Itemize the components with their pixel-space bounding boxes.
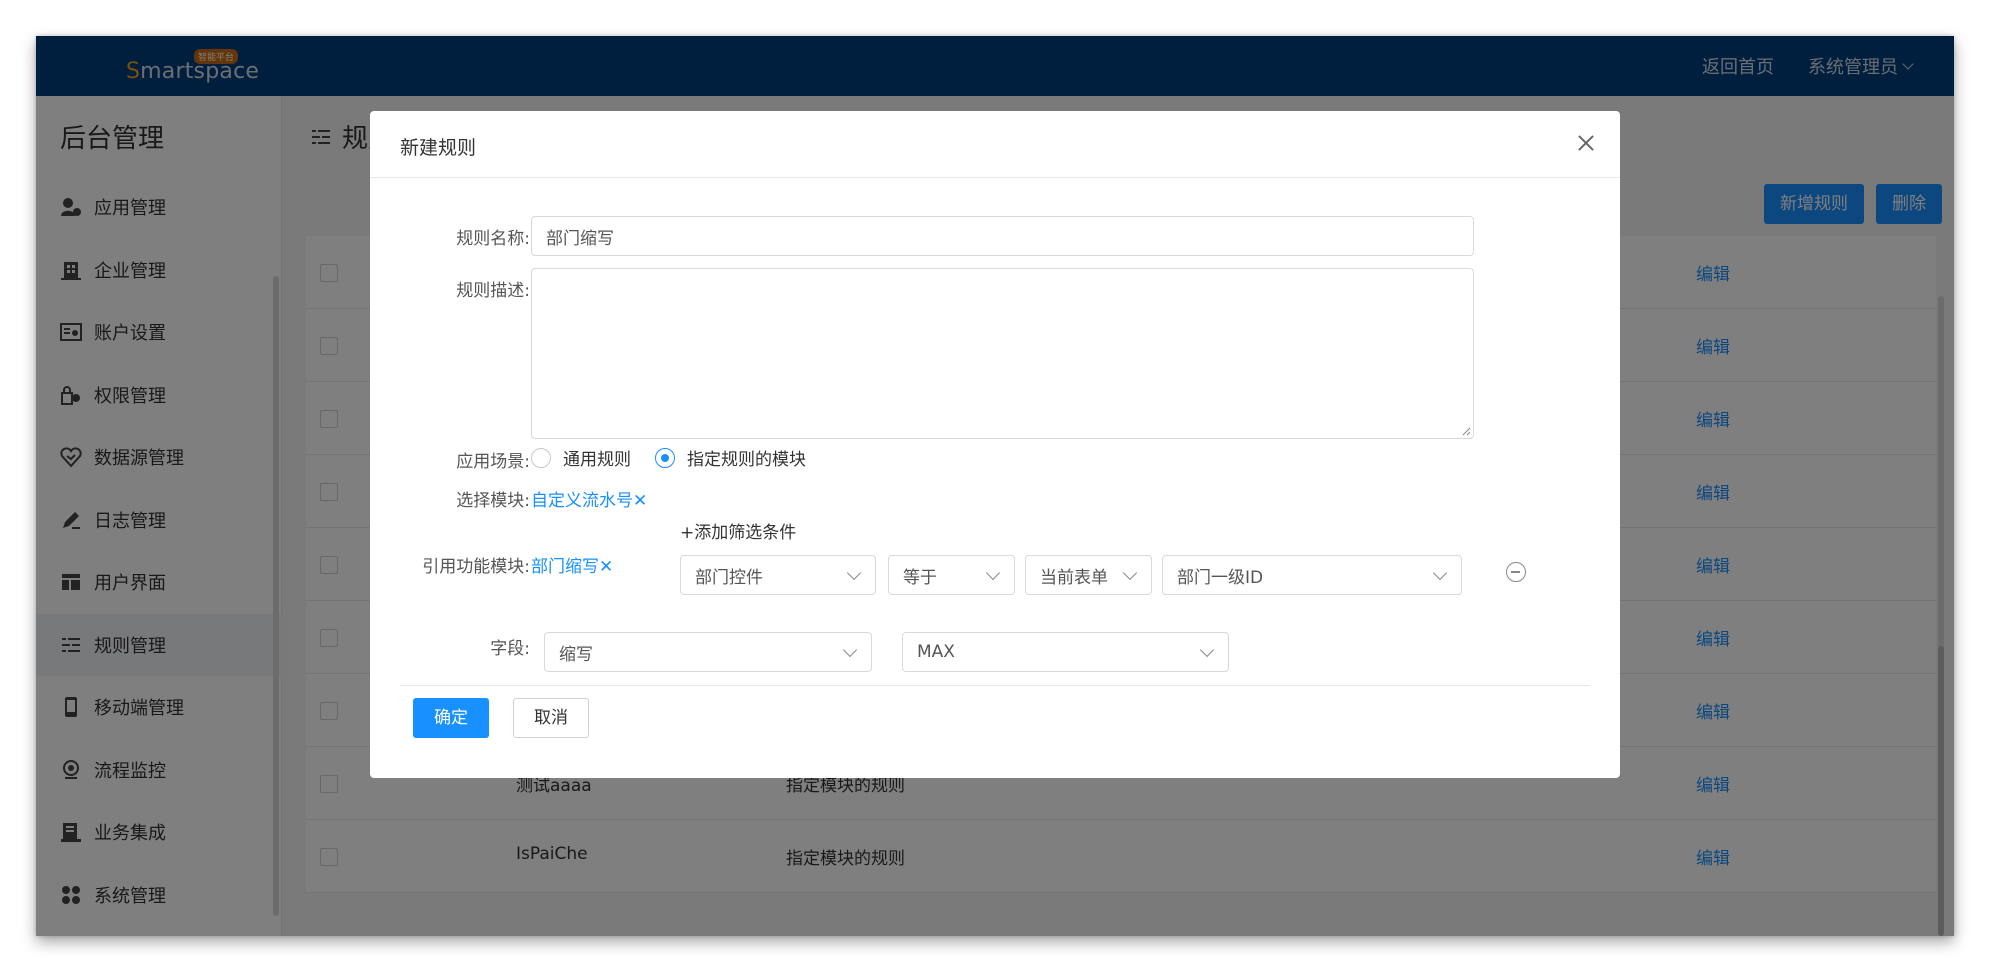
filter-source-select[interactable]: 当前表单 [1025, 555, 1152, 595]
close-icon[interactable] [1576, 133, 1596, 153]
confirm-button[interactable]: 确定 [413, 698, 489, 738]
chevron-down-icon [846, 565, 862, 581]
scene-radio-module[interactable]: 指定规则的模块 [655, 445, 806, 470]
dialog-title: 新建规则 [400, 137, 477, 159]
filter-target-select[interactable]: 部门一级ID [1162, 555, 1462, 595]
aggregate-select[interactable]: MAX [902, 632, 1229, 672]
remove-filter-icon[interactable] [1506, 562, 1526, 582]
chevron-down-icon [1432, 565, 1448, 581]
app-window: Smartspace 智能平台 返回首页 系统管理员 后台管理 应用管理 企业管… [36, 36, 1954, 936]
chevron-down-icon [1122, 565, 1138, 581]
new-rule-dialog: 新建规则 规则名称: 部门缩写 规则描述: 应用场景: 通用规则 指定规则的模块 [370, 111, 1620, 778]
scene-label: 应用场景: [456, 452, 530, 472]
chevron-down-icon [1199, 642, 1215, 658]
scene-radio-general[interactable]: 通用规则 [531, 445, 631, 470]
filter-operator-value: 等于 [903, 567, 937, 588]
radio-label: 通用规则 [563, 450, 631, 470]
chevron-down-icon [842, 642, 858, 658]
filter-target-value: 部门一级ID [1177, 567, 1264, 588]
radio-circle [531, 447, 551, 468]
screenshot-page: Smartspace 智能平台 返回首页 系统管理员 后台管理 应用管理 企业管… [0, 0, 1990, 973]
rule-desc-textarea[interactable] [531, 268, 1474, 439]
footer-divider [400, 685, 1590, 686]
filter-field-value: 部门控件 [695, 567, 763, 588]
selected-module-tag[interactable]: 自定义流水号✕ [531, 486, 647, 511]
filter-field-select[interactable]: 部门控件 [680, 555, 876, 595]
ref-module-label: 引用功能模块: [422, 557, 530, 577]
cancel-button[interactable]: 取消 [513, 698, 589, 738]
aggregate-select-value: MAX [917, 642, 955, 662]
add-filter-link[interactable]: +添加筛选条件 [680, 518, 796, 543]
field-label: 字段: [490, 639, 530, 659]
rule-name-input[interactable]: 部门缩写 [531, 216, 1474, 256]
module-label: 选择模块: [456, 491, 530, 511]
rule-desc-label: 规则描述: [456, 281, 530, 301]
rule-name-value: 部门缩写 [546, 228, 614, 249]
rule-name-label: 规则名称: [456, 229, 530, 249]
dialog-header: 新建规则 [370, 111, 1620, 178]
radio-circle-checked [655, 447, 675, 468]
filter-operator-select[interactable]: 等于 [888, 555, 1015, 595]
field-select-value: 缩写 [559, 644, 593, 665]
field-select[interactable]: 缩写 [544, 632, 872, 672]
chevron-down-icon [985, 565, 1001, 581]
scene-radio-group: 通用规则 指定规则的模块 [531, 445, 806, 470]
radio-label: 指定规则的模块 [687, 450, 806, 470]
ref-module-tag[interactable]: 部门缩写✕ [531, 552, 613, 577]
resize-grip-icon[interactable] [1461, 426, 1471, 436]
filter-source-value: 当前表单 [1040, 567, 1108, 588]
